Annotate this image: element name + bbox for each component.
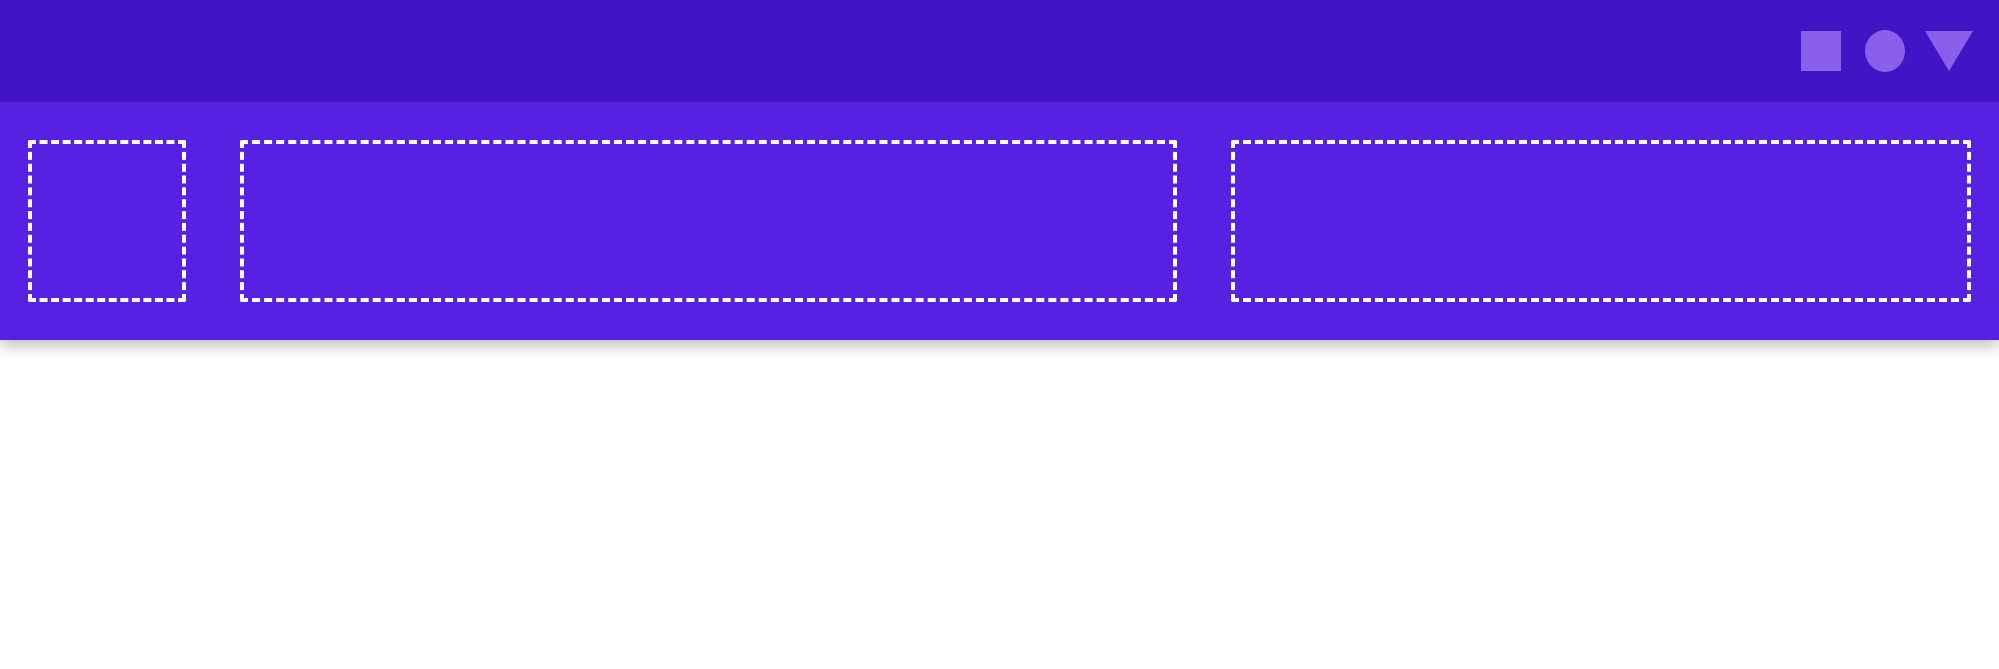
navigation-icon-slot[interactable]	[28, 140, 186, 302]
action-items-slot[interactable]	[1231, 140, 1971, 302]
status-bar	[0, 0, 1999, 102]
square-icon	[1801, 31, 1841, 71]
title-slot	[240, 140, 1177, 302]
toolbar	[0, 102, 1999, 340]
circle-icon	[1865, 31, 1905, 71]
triangle-icon	[1929, 31, 1969, 71]
app-bar-container	[0, 0, 1999, 340]
